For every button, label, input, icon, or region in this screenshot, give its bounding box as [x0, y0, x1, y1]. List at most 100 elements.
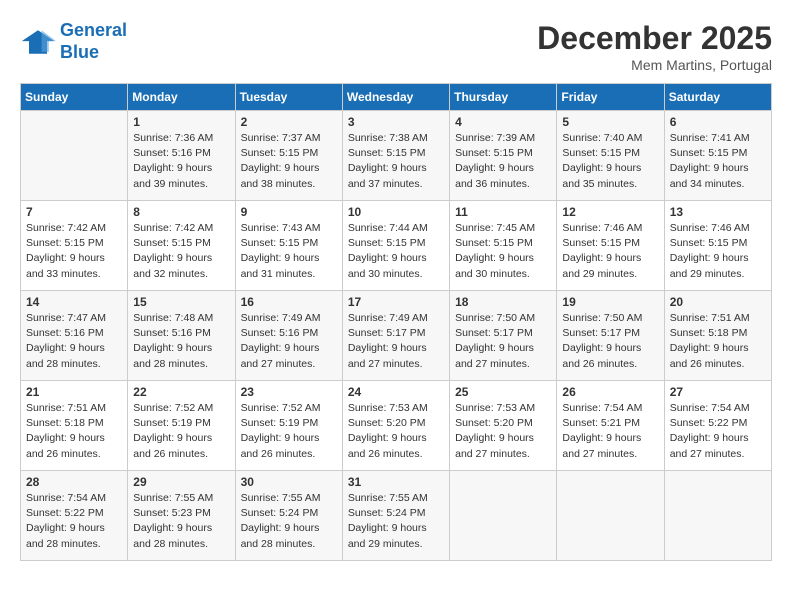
day-info: Sunrise: 7:43 AMSunset: 5:15 PMDaylight:…	[241, 221, 337, 282]
day-number: 24	[348, 385, 444, 399]
calendar-cell: 28Sunrise: 7:54 AMSunset: 5:22 PMDayligh…	[21, 471, 128, 561]
title-block: December 2025 Mem Martins, Portugal	[537, 20, 772, 73]
calendar-cell	[664, 471, 771, 561]
day-info: Sunrise: 7:46 AMSunset: 5:15 PMDaylight:…	[562, 221, 658, 282]
day-number: 2	[241, 115, 337, 129]
calendar-cell: 25 Sunrise: 7:53 AMSunset: 5:20 PMDayligh…	[450, 381, 557, 471]
day-number: 5	[562, 115, 658, 129]
day-info: Sunrise: 7:49 AMSunset: 5:16 PMDaylight:…	[241, 311, 337, 372]
day-info: Sunrise: 7:44 AMSunset: 5:15 PMDaylight:…	[348, 221, 444, 282]
calendar-cell	[450, 471, 557, 561]
calendar-cell: 4Sunrise: 7:39 AMSunset: 5:15 PMDaylight…	[450, 111, 557, 201]
day-number: 26	[562, 385, 658, 399]
day-info: Sunrise: 7:53 AMSunset: 5:20 PMDaylight:…	[348, 401, 444, 462]
calendar-cell: 3 Sunrise: 7:38 AMSunset: 5:15 PMDaylight…	[342, 111, 449, 201]
calendar-table: SundayMondayTuesdayWednesdayThursdayFrid…	[20, 83, 772, 561]
calendar-cell: 20 Sunrise: 7:51 AMSunset: 5:18 PMDayligh…	[664, 291, 771, 381]
calendar-cell: 11Sunrise: 7:45 AMSunset: 5:15 PMDayligh…	[450, 201, 557, 291]
calendar-cell: 27 Sunrise: 7:54 AMSunset: 5:22 PMDayligh…	[664, 381, 771, 471]
day-number: 3	[348, 115, 444, 129]
calendar-week-row: 7 Sunrise: 7:42 AMSunset: 5:15 PMDaylight…	[21, 201, 772, 291]
day-number: 19	[562, 295, 658, 309]
day-number: 31	[348, 475, 444, 489]
day-number: 13	[670, 205, 766, 219]
weekday-header-tuesday: Tuesday	[235, 84, 342, 111]
day-number: 16	[241, 295, 337, 309]
calendar-cell: 2 Sunrise: 7:37 AMSunset: 5:15 PMDaylight…	[235, 111, 342, 201]
day-info: Sunrise: 7:55 AMSunset: 5:24 PMDaylight:…	[241, 491, 337, 552]
day-number: 1	[133, 115, 229, 129]
calendar-cell: 30 Sunrise: 7:55 AMSunset: 5:24 PMDayligh…	[235, 471, 342, 561]
calendar-cell: 1 Sunrise: 7:36 AMSunset: 5:16 PMDaylight…	[128, 111, 235, 201]
calendar-week-row: 21 Sunrise: 7:51 AMSunset: 5:18 PMDayligh…	[21, 381, 772, 471]
day-number: 27	[670, 385, 766, 399]
day-info: Sunrise: 7:50 AMSunset: 5:17 PMDaylight:…	[455, 311, 551, 372]
weekday-header-thursday: Thursday	[450, 84, 557, 111]
day-number: 22	[133, 385, 229, 399]
day-info: Sunrise: 7:41 AMSunset: 5:15 PMDaylight:…	[670, 131, 766, 192]
day-number: 21	[26, 385, 122, 399]
calendar-cell: 17 Sunrise: 7:49 AMSunset: 5:17 PMDayligh…	[342, 291, 449, 381]
day-info: Sunrise: 7:49 AMSunset: 5:17 PMDaylight:…	[348, 311, 444, 372]
day-number: 10	[348, 205, 444, 219]
day-number: 4	[455, 115, 551, 129]
day-number: 9	[241, 205, 337, 219]
calendar-cell: 26Sunrise: 7:54 AMSunset: 5:21 PMDayligh…	[557, 381, 664, 471]
calendar-cell: 16 Sunrise: 7:49 AMSunset: 5:16 PMDayligh…	[235, 291, 342, 381]
day-number: 23	[241, 385, 337, 399]
calendar-cell: 31 Sunrise: 7:55 AMSunset: 5:24 PMDayligh…	[342, 471, 449, 561]
day-number: 20	[670, 295, 766, 309]
weekday-header-monday: Monday	[128, 84, 235, 111]
day-info: Sunrise: 7:45 AMSunset: 5:15 PMDaylight:…	[455, 221, 551, 282]
weekday-header-saturday: Saturday	[664, 84, 771, 111]
day-info: Sunrise: 7:51 AMSunset: 5:18 PMDaylight:…	[26, 401, 122, 462]
page-header: General Blue December 2025 Mem Martins, …	[20, 20, 772, 73]
day-number: 7	[26, 205, 122, 219]
day-info: Sunrise: 7:55 AMSunset: 5:23 PMDaylight:…	[133, 491, 229, 552]
day-info: Sunrise: 7:37 AMSunset: 5:15 PMDaylight:…	[241, 131, 337, 192]
calendar-cell: 15 Sunrise: 7:48 AMSunset: 5:16 PMDayligh…	[128, 291, 235, 381]
day-info: Sunrise: 7:40 AMSunset: 5:15 PMDaylight:…	[562, 131, 658, 192]
day-info: Sunrise: 7:47 AMSunset: 5:16 PMDaylight:…	[26, 311, 122, 372]
day-number: 30	[241, 475, 337, 489]
day-info: Sunrise: 7:38 AMSunset: 5:15 PMDaylight:…	[348, 131, 444, 192]
weekday-header-sunday: Sunday	[21, 84, 128, 111]
logo-text: General Blue	[60, 20, 127, 63]
day-number: 18	[455, 295, 551, 309]
day-info: Sunrise: 7:36 AMSunset: 5:16 PMDaylight:…	[133, 131, 229, 192]
calendar-cell: 23 Sunrise: 7:52 AMSunset: 5:19 PMDayligh…	[235, 381, 342, 471]
day-info: Sunrise: 7:46 AMSunset: 5:15 PMDaylight:…	[670, 221, 766, 282]
day-info: Sunrise: 7:55 AMSunset: 5:24 PMDaylight:…	[348, 491, 444, 552]
calendar-week-row: 28Sunrise: 7:54 AMSunset: 5:22 PMDayligh…	[21, 471, 772, 561]
day-info: Sunrise: 7:53 AMSunset: 5:20 PMDaylight:…	[455, 401, 551, 462]
day-number: 17	[348, 295, 444, 309]
day-info: Sunrise: 7:42 AMSunset: 5:15 PMDaylight:…	[26, 221, 122, 282]
day-number: 25	[455, 385, 551, 399]
day-info: Sunrise: 7:48 AMSunset: 5:16 PMDaylight:…	[133, 311, 229, 372]
day-number: 15	[133, 295, 229, 309]
day-info: Sunrise: 7:50 AMSunset: 5:17 PMDaylight:…	[562, 311, 658, 372]
day-info: Sunrise: 7:52 AMSunset: 5:19 PMDaylight:…	[241, 401, 337, 462]
calendar-week-row: 14 Sunrise: 7:47 AMSunset: 5:16 PMDayligh…	[21, 291, 772, 381]
day-info: Sunrise: 7:42 AMSunset: 5:15 PMDaylight:…	[133, 221, 229, 282]
logo: General Blue	[20, 20, 127, 63]
calendar-cell	[21, 111, 128, 201]
calendar-cell: 14 Sunrise: 7:47 AMSunset: 5:16 PMDayligh…	[21, 291, 128, 381]
day-number: 14	[26, 295, 122, 309]
calendar-cell: 13 Sunrise: 7:46 AMSunset: 5:15 PMDayligh…	[664, 201, 771, 291]
logo-icon	[20, 28, 56, 56]
weekday-header-friday: Friday	[557, 84, 664, 111]
calendar-week-row: 1 Sunrise: 7:36 AMSunset: 5:16 PMDaylight…	[21, 111, 772, 201]
calendar-cell: 9 Sunrise: 7:43 AMSunset: 5:15 PMDaylight…	[235, 201, 342, 291]
month-title: December 2025	[537, 20, 772, 57]
day-info: Sunrise: 7:51 AMSunset: 5:18 PMDaylight:…	[670, 311, 766, 372]
calendar-cell: 21 Sunrise: 7:51 AMSunset: 5:18 PMDayligh…	[21, 381, 128, 471]
calendar-cell: 6Sunrise: 7:41 AMSunset: 5:15 PMDaylight…	[664, 111, 771, 201]
day-number: 29	[133, 475, 229, 489]
location-subtitle: Mem Martins, Portugal	[537, 57, 772, 73]
calendar-header-row: SundayMondayTuesdayWednesdayThursdayFrid…	[21, 84, 772, 111]
calendar-cell	[557, 471, 664, 561]
calendar-cell: 18 Sunrise: 7:50 AMSunset: 5:17 PMDayligh…	[450, 291, 557, 381]
day-info: Sunrise: 7:54 AMSunset: 5:22 PMDaylight:…	[670, 401, 766, 462]
calendar-cell: 7 Sunrise: 7:42 AMSunset: 5:15 PMDaylight…	[21, 201, 128, 291]
